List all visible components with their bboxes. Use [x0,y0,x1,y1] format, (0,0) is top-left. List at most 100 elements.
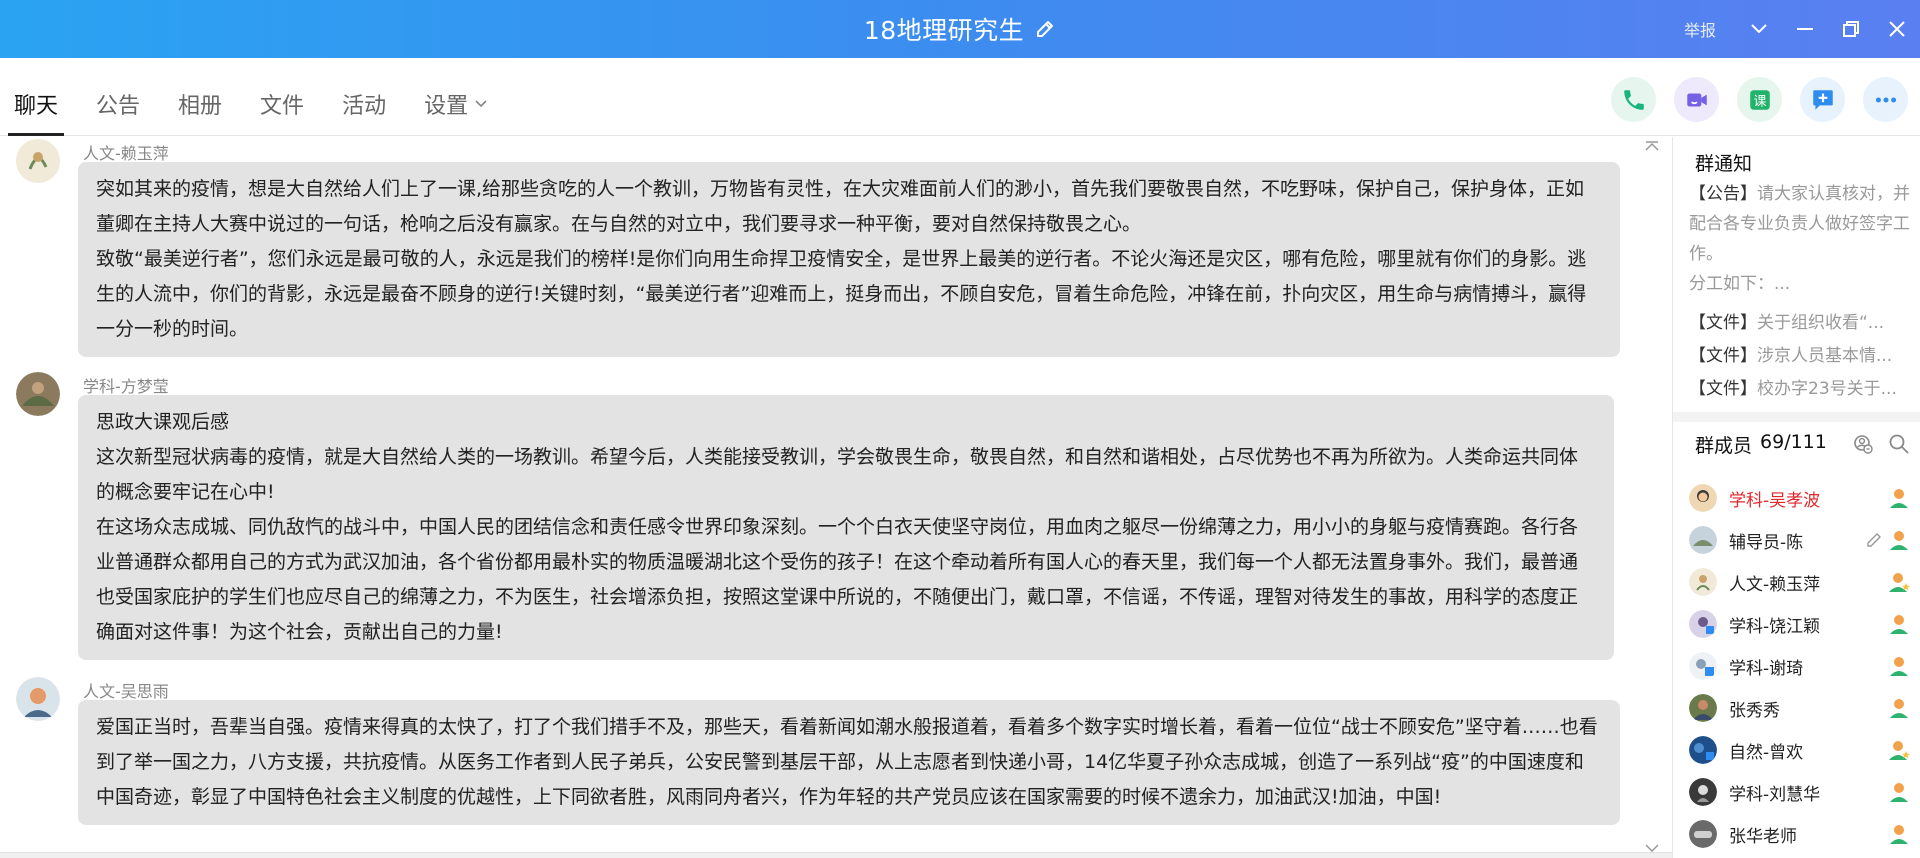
file-notice-item[interactable]: 【文件】校办字23号关于... [1689,373,1917,406]
sender-name: 学科-方梦莹 [83,377,169,396]
avatar[interactable] [16,139,60,183]
avatar[interactable] [16,677,60,721]
file-notices: 【文件】关于组织收看“... 【文件】涉京人员基本情... 【文件】校办字23号… [1689,307,1917,406]
member-star-icon [1887,570,1911,594]
avatar [1689,694,1717,722]
message-text: 爱国正当时，吾辈当自强。疫情来得真的太快了，打了个我们措手不及，那些天，看着新闻… [96,716,1598,808]
member-item[interactable]: 人文-赖玉萍 [1689,561,1917,603]
file-name: 涉京人员基本情... [1757,346,1893,366]
members-count: 69/111 [1760,431,1827,453]
scroll-up-icon[interactable] [1644,137,1660,151]
tab-announcement[interactable]: 公告 [96,88,140,136]
member-item[interactable]: 辅导员-陈 [1689,519,1917,561]
avatar [1689,526,1717,554]
input-area-divider [0,852,1672,858]
announcement-more: 分工如下：... [1689,274,1791,294]
member-settings-icon[interactable] [1852,433,1874,459]
member-name: 学科-谢琦 [1729,658,1804,679]
admin-icon [1887,528,1911,552]
avatar [1689,610,1717,638]
title-bar: 18地理研究生 举报 [0,0,1920,58]
tab-bar: 聊天 公告 相册 文件 活动 设置 课 [0,58,1920,136]
tab-settings-label: 设置 [424,94,469,119]
group-title: 18地理研究生 [863,16,1025,45]
avatar[interactable] [16,372,60,416]
avatar [1689,568,1717,596]
more-button[interactable] [1863,77,1908,122]
member-item[interactable]: 张华老师 [1689,813,1917,855]
edit-icon[interactable] [1865,531,1883,553]
tab-album[interactable]: 相册 [178,88,222,136]
panel-divider [1673,412,1920,422]
message-bubble[interactable]: 突如其来的疫情，想是大自然给人们上了一课,给那些贪吃的人一个教训，万物皆有灵性，… [78,162,1620,357]
member-item[interactable]: 学科-吴孝波 [1689,477,1917,519]
tab-chat[interactable]: 聊天 [7,88,65,136]
announcement-tag: 【公告】 [1689,184,1757,204]
close-icon[interactable] [1874,0,1920,58]
member-icon [1887,780,1911,804]
message-text: 思政大课观后感 [96,411,230,433]
title-wrap: 18地理研究生 [0,0,1920,58]
member-icon [1887,696,1911,720]
report-button[interactable]: 举报 [1684,17,1716,41]
file-tag: 【文件】 [1689,346,1757,366]
message-bubble[interactable]: 爱国正当时，吾辈当自强。疫情来得真的太快了，打了个我们措手不及，那些天，看着新闻… [78,700,1620,825]
add-app-button[interactable] [1800,77,1845,122]
window-controls: 举报 [1684,0,1920,58]
member-name: 张华老师 [1729,826,1797,847]
members-tools [1852,433,1910,459]
add-app-icon [1812,89,1833,110]
file-name: 关于组织收看“... [1757,313,1885,333]
scroll-down-icon[interactable] [1644,840,1660,852]
member-icon [1887,612,1911,636]
member-item[interactable]: 学科-饶江颖 [1689,603,1917,645]
video-icon [1686,93,1707,106]
file-notice-item[interactable]: 【文件】关于组织收看“... [1689,307,1917,340]
avatar [1689,778,1717,806]
owner-icon [1887,486,1911,510]
tab-settings[interactable]: 设置 [424,88,488,136]
sender-name: 人文-赖玉萍 [83,144,169,163]
members-header: 群成员 69/111 [1695,431,1827,458]
notice-title[interactable]: 群通知 [1695,149,1752,176]
chat-area[interactable]: 人文-赖玉萍 突如其来的疫情，想是大自然给人们上了一课,给那些贪吃的人一个教训，… [0,137,1672,852]
avatar [1689,820,1717,848]
member-icon [1887,654,1911,678]
message-text: 在这场众志成城、同仇敌忾的战斗中，中国人民的团结信念和责任感令世界印象深刻。一个… [96,516,1579,643]
member-item[interactable]: 学科-刘慧华 [1689,771,1917,813]
avatar [1689,652,1717,680]
file-tag: 【文件】 [1689,379,1757,399]
member-icon [1887,822,1911,846]
member-name: 辅导员-陈 [1729,532,1804,553]
announcement-preview[interactable]: 【公告】请大家认真核对，并配合各专业负责人做好签字工作。 分工如下：... [1689,179,1914,299]
member-name: 学科-刘慧华 [1729,784,1821,805]
course-button[interactable]: 课 [1737,77,1782,122]
phone-call-button[interactable] [1611,77,1656,122]
member-name: 学科-吴孝波 [1729,490,1821,511]
member-item[interactable]: 张秀秀 [1689,687,1917,729]
member-list: 学科-吴孝波 辅导员-陈 人文-赖玉萍 学科-饶江颖 学科-谢琦 张秀秀 自然-… [1689,477,1917,855]
message-text: 突如其来的疫情，想是大自然给人们上了一课,给那些贪吃的人一个教训，万物皆有灵性，… [96,178,1585,235]
tab-activity[interactable]: 活动 [342,88,386,136]
member-name: 人文-赖玉萍 [1729,574,1821,595]
file-tag: 【文件】 [1689,313,1757,333]
message-text: 致敬“最美逆行者”，您们永远是最可敬的人，永远是我们的榜样!是你们向用生命捍卫疫… [96,248,1587,340]
members-label: 群成员 [1695,435,1753,457]
member-item[interactable]: 自然-曾欢 [1689,729,1917,771]
file-notice-item[interactable]: 【文件】涉京人员基本情... [1689,340,1917,373]
member-name: 张秀秀 [1729,700,1780,721]
edit-title-icon[interactable] [1034,18,1056,40]
minimize-icon[interactable] [1782,0,1828,58]
message-text: 这次新型冠状病毒的疫情，就是大自然给人类的一场教训。希望今后，人类能接受教训，学… [96,446,1579,503]
member-item[interactable]: 学科-谢琦 [1689,645,1917,687]
message-bubble[interactable]: 思政大课观后感 这次新型冠状病毒的疫情，就是大自然给人类的一场教训。希望今后，人… [78,395,1614,660]
avatar [1689,484,1717,512]
video-call-button[interactable] [1674,77,1719,122]
right-panel: 群通知 【公告】请大家认真核对，并配合各专业负责人做好签字工作。 分工如下：..… [1672,137,1920,858]
restore-icon[interactable] [1828,0,1874,58]
dropdown-icon[interactable] [1736,0,1782,58]
member-star-icon [1887,738,1911,762]
avatar [1689,736,1717,764]
search-icon[interactable] [1888,433,1910,459]
tab-files[interactable]: 文件 [260,88,304,136]
